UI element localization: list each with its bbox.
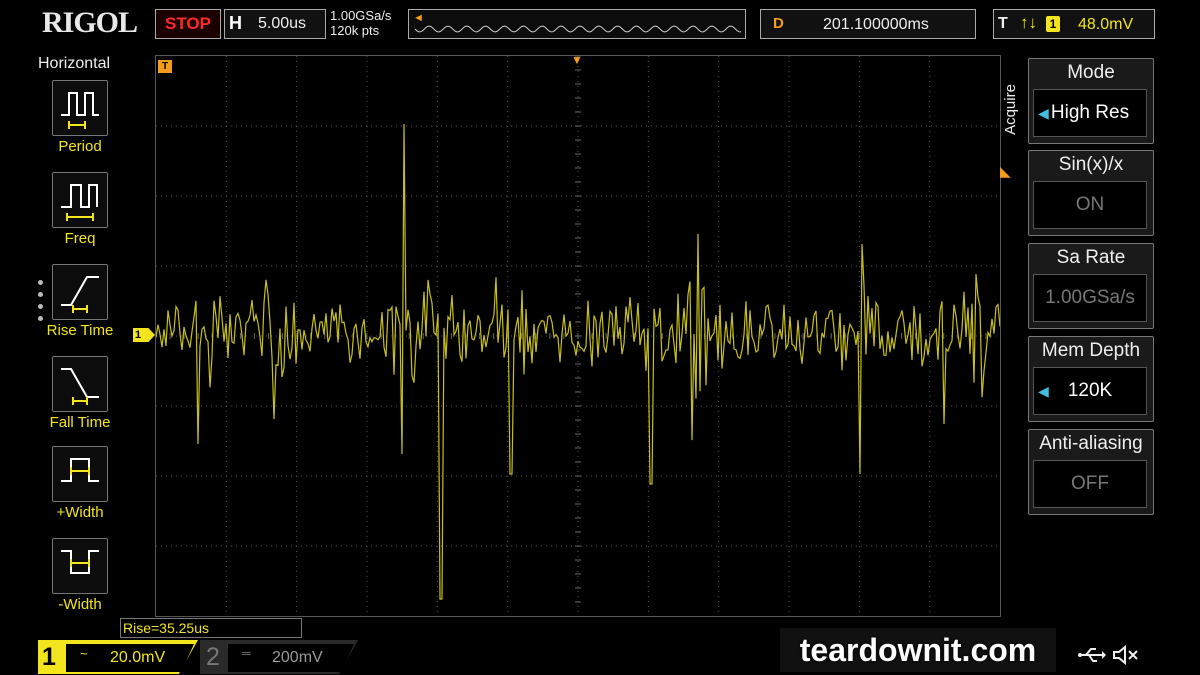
menu-page-indicator bbox=[38, 280, 43, 328]
mem-depth-value: ◀ 120K bbox=[1033, 367, 1147, 415]
memory-points-value: 120k pts bbox=[330, 23, 380, 38]
trigger-box[interactable]: T ↑↓ 1 48.0mV bbox=[993, 9, 1155, 39]
trigger-time-marker: T bbox=[158, 60, 172, 73]
trigger-label: T bbox=[998, 15, 1008, 32]
acquire-mode-softkey[interactable]: Mode ◀ High Res bbox=[1028, 58, 1154, 144]
measure-period-label: Period bbox=[58, 138, 102, 155]
fall-time-icon bbox=[52, 356, 108, 412]
timebase-value: 5.00us bbox=[258, 15, 307, 32]
anti-aliasing-value: OFF bbox=[1033, 460, 1147, 508]
measure-fall-time-label: Fall Time bbox=[49, 414, 111, 431]
trigger-level-value: 48.0mV bbox=[1078, 16, 1134, 33]
sample-rate-title: Sa Rate bbox=[1056, 247, 1126, 268]
trigger-position-marker-icon: ◄ bbox=[413, 12, 424, 24]
measure-positive-width-label: +Width bbox=[56, 504, 104, 521]
sinx-value: ON bbox=[1033, 181, 1147, 229]
waveform-display[interactable] bbox=[155, 55, 1001, 617]
trigger-edge-icon: ↑↓ bbox=[1020, 13, 1037, 32]
measure-rise-time-label: Rise Time bbox=[46, 322, 114, 339]
selector-arrow-icon: ◀ bbox=[1038, 383, 1049, 399]
speaker-muted-icon bbox=[1113, 644, 1138, 666]
negative-width-icon bbox=[52, 538, 108, 594]
anti-aliasing-softkey[interactable]: Anti-aliasing OFF bbox=[1028, 429, 1154, 515]
measure-frequency-label: Freq bbox=[64, 230, 96, 247]
anti-aliasing-title: Anti-aliasing bbox=[1039, 433, 1143, 454]
usb-icon bbox=[1078, 648, 1106, 662]
channel-2-number: 2 bbox=[206, 643, 220, 671]
sample-rate-menu-value: 1.00GSa/s bbox=[1033, 274, 1147, 322]
sample-rate-readout: 1.00GSa/s 120k pts bbox=[330, 8, 391, 38]
channel-1-number: 1 bbox=[42, 643, 56, 671]
left-menu-title: Horizontal bbox=[38, 55, 111, 72]
channel-2-scale-box: ═ 200mV bbox=[228, 644, 354, 672]
sample-rate-value: 1.00GSa/s bbox=[330, 8, 392, 23]
ac-coupling-icon: ~ bbox=[80, 646, 88, 661]
mem-depth-title: Mem Depth bbox=[1041, 340, 1141, 361]
run-stop-status[interactable]: STOP bbox=[155, 9, 221, 39]
channel-1-scale-box: ~ 20.0mV bbox=[66, 644, 194, 672]
sinx-softkey[interactable]: Sin(x)/x ON bbox=[1028, 150, 1154, 236]
ch1-offset-marker[interactable]: 1 bbox=[133, 328, 155, 342]
measure-negative-width-label: -Width bbox=[58, 596, 102, 613]
frequency-icon bbox=[52, 172, 108, 228]
delay-box[interactable]: D 201.100000ms bbox=[760, 9, 976, 39]
sample-rate-softkey[interactable]: Sa Rate 1.00GSa/s bbox=[1028, 243, 1154, 329]
measure-negative-width-button[interactable]: -Width bbox=[38, 538, 122, 613]
delay-value: 201.100000ms bbox=[823, 16, 929, 33]
acquire-mode-value: ◀ High Res bbox=[1033, 89, 1147, 137]
trigger-level-marker-icon: ◣ bbox=[1000, 163, 1011, 179]
delay-label: D bbox=[773, 15, 784, 32]
watermark: teardownit.com bbox=[780, 628, 1056, 672]
dc-coupling-icon: ═ bbox=[242, 646, 251, 660]
channel-1-scale: 20.0mV bbox=[110, 649, 166, 666]
acquire-menu-text: Acquire bbox=[1001, 84, 1019, 135]
timebase-box[interactable]: H 5.00us bbox=[224, 9, 326, 39]
mem-depth-softkey[interactable]: Mem Depth ◀ 120K bbox=[1028, 336, 1154, 422]
acquire-mode-title: Mode bbox=[1067, 62, 1115, 83]
ch1-waveform bbox=[156, 123, 1000, 600]
measure-fall-time-button[interactable]: Fall Time bbox=[38, 356, 122, 431]
rise-time-icon bbox=[52, 264, 108, 320]
rigol-logo: RIGOL bbox=[42, 6, 138, 39]
acquire-menu-label: Acquire bbox=[1001, 75, 1029, 145]
measurement-readout: Rise=35.25us bbox=[120, 618, 302, 638]
trigger-channel-badge: 1 bbox=[1046, 16, 1060, 32]
memory-waveform-overview[interactable]: ◄ bbox=[408, 9, 746, 39]
measure-frequency-button[interactable]: Freq bbox=[38, 172, 122, 247]
measure-period-button[interactable]: Period bbox=[38, 80, 122, 155]
timebase-label: H bbox=[229, 13, 242, 33]
trigger-position-arrow-icon: ▼ bbox=[571, 53, 583, 67]
channel-2-scale: 200mV bbox=[272, 649, 323, 666]
sinx-title: Sin(x)/x bbox=[1058, 154, 1124, 175]
measure-rise-time-button[interactable]: Rise Time bbox=[38, 264, 122, 339]
selector-arrow-icon: ◀ bbox=[1038, 105, 1049, 121]
measure-positive-width-button[interactable]: +Width bbox=[38, 446, 122, 521]
period-icon bbox=[52, 80, 108, 136]
memory-overview-waveform bbox=[415, 25, 741, 33]
positive-width-icon bbox=[52, 446, 108, 502]
